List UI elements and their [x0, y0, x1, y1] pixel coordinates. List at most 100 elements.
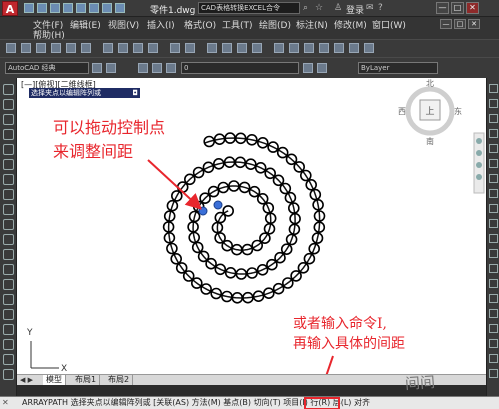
redo-icon[interactable]: [102, 3, 112, 13]
zoom-window-icon[interactable]: [237, 43, 247, 53]
extend-icon[interactable]: [489, 234, 498, 243]
doc-restore-button[interactable]: □: [454, 19, 466, 29]
color-select[interactable]: ByLayer: [358, 62, 438, 74]
viewcube-east[interactable]: 东: [454, 106, 462, 116]
erase-icon[interactable]: [489, 84, 498, 93]
menu-view[interactable]: 视图(V): [108, 18, 139, 31]
edit-poly-icon[interactable]: [489, 354, 498, 363]
table-icon[interactable]: [3, 339, 14, 350]
star-icon[interactable]: ☆: [315, 3, 324, 13]
tab-layout2[interactable]: 布局2: [105, 375, 134, 385]
save-icon[interactable]: [36, 43, 46, 53]
offset-icon[interactable]: [489, 129, 498, 138]
close-icon[interactable]: ✕: [2, 397, 9, 409]
make-current-icon[interactable]: [303, 63, 313, 73]
line-icon[interactable]: [3, 84, 14, 95]
lightbulb-icon[interactable]: [138, 63, 148, 73]
undo-icon[interactable]: [89, 3, 99, 13]
open-file-icon[interactable]: [37, 3, 47, 13]
command-line[interactable]: ✕ ARRAYPATH 选择夹点以编辑阵列或 [关联(AS) 方法(M) 基点(…: [0, 396, 499, 409]
print-icon[interactable]: [76, 3, 86, 13]
new-icon[interactable]: [6, 43, 16, 53]
minimize-button[interactable]: —: [436, 2, 449, 14]
match-props-icon[interactable]: [148, 43, 158, 53]
viewcube[interactable]: 上 北 南 西 东: [398, 79, 462, 146]
ellipse-icon[interactable]: [3, 219, 14, 230]
join-icon[interactable]: [489, 279, 498, 288]
stretch-icon[interactable]: [489, 204, 498, 213]
tool-palettes-icon[interactable]: [304, 43, 314, 53]
drawing-canvas[interactable]: [—][俯视][二维线框] 选择夹点以编辑阵列或 ◘ Y X 上 北 南 西 东…: [17, 78, 486, 374]
copy-object-icon[interactable]: [489, 99, 498, 108]
make-block-icon[interactable]: [3, 264, 14, 275]
user-icon[interactable]: ♙: [334, 3, 343, 13]
polygon-icon[interactable]: [3, 129, 14, 140]
point-icon[interactable]: [3, 279, 14, 290]
rotate-icon[interactable]: [489, 174, 498, 183]
settings-icon[interactable]: [92, 63, 102, 73]
tab-nav-arrows[interactable]: ◀ ▶: [20, 376, 33, 384]
help-icon[interactable]: [364, 43, 374, 53]
properties-icon[interactable]: [274, 43, 284, 53]
mtext-icon[interactable]: [3, 354, 14, 365]
new-file-icon[interactable]: [24, 3, 34, 13]
quick-access-dropdown-icon[interactable]: [115, 3, 125, 13]
insert-block-icon[interactable]: [3, 249, 14, 260]
pan-icon[interactable]: [207, 43, 217, 53]
grip-point[interactable]: [198, 206, 208, 216]
preview-icon[interactable]: [66, 43, 76, 53]
add-selected-icon[interactable]: [3, 369, 14, 380]
ellipse-arc-icon[interactable]: [3, 234, 14, 245]
chamfer-icon[interactable]: [489, 294, 498, 303]
layer-properties-icon[interactable]: [106, 63, 116, 73]
layer-previous-icon[interactable]: [317, 63, 327, 73]
login-link[interactable]: 登录: [346, 3, 364, 16]
zoom-previous-icon[interactable]: [252, 43, 262, 53]
array-icon[interactable]: [489, 144, 498, 153]
sun-icon[interactable]: [152, 63, 162, 73]
viewcube-top[interactable]: 上: [425, 106, 434, 117]
menu-edit[interactable]: 编辑(E): [70, 18, 101, 31]
menu-window[interactable]: 窗口(W): [372, 18, 406, 31]
exchange-icon[interactable]: ✉: [366, 3, 375, 13]
close-button[interactable]: ✕: [466, 2, 479, 14]
menu-dimension[interactable]: 标注(N): [296, 18, 328, 31]
rectangle-icon[interactable]: [3, 144, 14, 155]
lock-icon[interactable]: [166, 63, 176, 73]
scale-icon[interactable]: [489, 189, 498, 198]
steering-wheel-icon[interactable]: [476, 138, 482, 144]
blend-icon[interactable]: [489, 339, 498, 348]
polyline-icon[interactable]: [3, 114, 14, 125]
hatch-icon[interactable]: [3, 294, 14, 305]
sheet-set-icon[interactable]: [319, 43, 329, 53]
layer-select[interactable]: 0: [181, 62, 299, 74]
tab-layout1[interactable]: 布局1: [72, 375, 101, 385]
save-as-icon[interactable]: [63, 3, 73, 13]
search-input[interactable]: CAD表格转换EXCEL合令: [198, 2, 300, 14]
circle-icon[interactable]: [3, 174, 14, 185]
trim-icon[interactable]: [489, 219, 498, 228]
navigation-bar[interactable]: [473, 132, 485, 194]
copy-icon[interactable]: [118, 43, 128, 53]
gradient-icon[interactable]: [3, 309, 14, 320]
spline-icon[interactable]: [3, 204, 14, 215]
tab-model[interactable]: 模型: [43, 375, 66, 385]
orbit-icon[interactable]: [476, 174, 482, 180]
menu-tools[interactable]: 工具(T): [222, 18, 253, 31]
autocad-logo-icon[interactable]: A: [2, 1, 18, 16]
properties-palette-icon[interactable]: [489, 369, 498, 378]
markup-icon[interactable]: [334, 43, 344, 53]
print-icon[interactable]: [51, 43, 61, 53]
path-array[interactable]: [162, 132, 326, 304]
search-icon[interactable]: ⌕: [303, 3, 312, 13]
menu-insert[interactable]: 插入(I): [147, 18, 175, 31]
open-icon[interactable]: [21, 43, 31, 53]
break-icon[interactable]: [489, 264, 498, 273]
explode-icon[interactable]: [489, 324, 498, 333]
break-at-point-icon[interactable]: [489, 249, 498, 258]
move-icon[interactable]: [489, 159, 498, 168]
menu-draw[interactable]: 绘图(D): [259, 18, 291, 31]
publish-icon[interactable]: [81, 43, 91, 53]
construction-line-icon[interactable]: [3, 99, 14, 110]
doc-minimize-button[interactable]: —: [440, 19, 452, 29]
